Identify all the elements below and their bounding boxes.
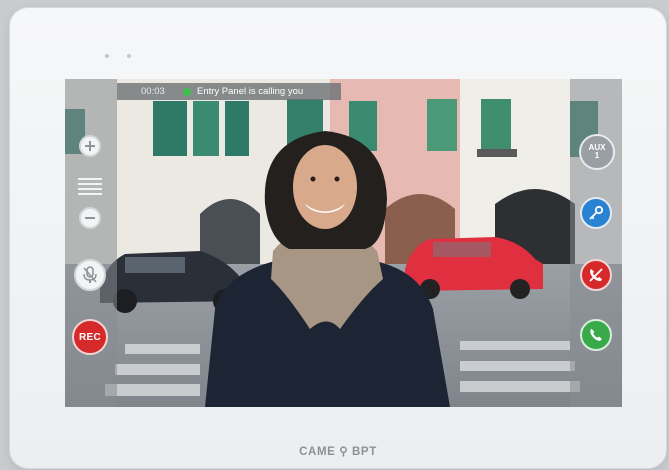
phone-answer-icon bbox=[590, 328, 602, 341]
aux-number: 1 bbox=[594, 151, 600, 160]
status-indicator-dot bbox=[183, 87, 191, 96]
camera-feed bbox=[65, 79, 622, 407]
right-control-panel: AUX 1 bbox=[570, 79, 622, 407]
key-icon bbox=[589, 205, 604, 220]
minus-icon bbox=[85, 217, 95, 219]
call-status-message: Entry Panel is calling you bbox=[197, 86, 304, 97]
mute-microphone-button[interactable] bbox=[74, 259, 106, 291]
plus-icon bbox=[85, 141, 95, 151]
reject-call-button[interactable] bbox=[580, 259, 612, 291]
zoom-out-button[interactable] bbox=[79, 207, 101, 229]
menu-lines-button[interactable] bbox=[78, 177, 102, 197]
microphone-mute-icon bbox=[83, 266, 97, 283]
zoom-in-button[interactable] bbox=[79, 135, 101, 157]
rec-label: REC bbox=[78, 331, 101, 343]
phone-reject-icon bbox=[589, 268, 603, 282]
call-status-bar: 00:03 Entry Panel is calling you bbox=[117, 83, 341, 100]
left-control-panel: REC bbox=[65, 79, 117, 407]
answer-call-button[interactable] bbox=[580, 319, 612, 351]
call-timer: 00:03 bbox=[141, 86, 165, 97]
record-button[interactable]: REC bbox=[72, 319, 108, 355]
door-open-button[interactable] bbox=[580, 197, 612, 229]
sensor-dot-left bbox=[105, 54, 109, 58]
menu-lines-icon bbox=[78, 178, 102, 195]
video-screen: REC 00:03 Entry Panel is calling you AUX… bbox=[65, 79, 622, 407]
sensor-dot-right bbox=[127, 54, 131, 58]
aux-button[interactable]: AUX 1 bbox=[579, 134, 615, 170]
brand-logo: CAME ⚲ BPT bbox=[299, 446, 377, 458]
